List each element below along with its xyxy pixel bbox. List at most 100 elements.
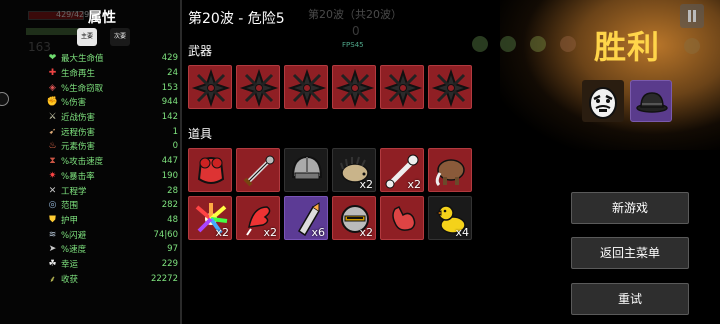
stat-value: 944 [161, 97, 178, 108]
item-slot[interactable] [284, 148, 328, 192]
item-slot[interactable] [380, 196, 424, 240]
stat-label: 收获 [61, 274, 79, 285]
stat-value: 142 [161, 112, 178, 123]
character-portrait[interactable] [582, 80, 624, 122]
item-slot[interactable]: x4 [428, 196, 472, 240]
attack-speed-icon: ⧗ [49, 156, 56, 167]
main-menu-button[interactable]: 返回主菜单 [571, 237, 689, 269]
stat-label: %攻击速度 [61, 157, 104, 168]
weapon-slot[interactable] [428, 65, 472, 109]
ghost-enemy-sprite [560, 36, 576, 52]
weapon-slot[interactable] [380, 65, 424, 109]
stat-row[interactable]: ✷ %暴击率 190 [46, 169, 178, 184]
item-slot[interactable]: x2 [188, 196, 232, 240]
stat-row[interactable]: ⧗ %攻击速度 447 [46, 154, 178, 169]
item-slot[interactable]: x2 [380, 148, 424, 192]
stats-panel: 429/429 163 属性 主要 次要 ❤ 最大生命值 429 ✚ 生命再生 24 ◈ %生… [0, 0, 182, 324]
stat-value: 447 [161, 156, 178, 167]
elemental-damage-icon: ♨ [48, 141, 57, 152]
stat-row[interactable]: ➤ %速度 97 [46, 242, 178, 257]
weapon-slot[interactable] [332, 65, 376, 109]
item-slot[interactable]: x2 [332, 196, 376, 240]
stat-value: 97 [167, 244, 178, 255]
stat-value: 153 [161, 82, 178, 93]
stat-label: %闪避 [61, 230, 87, 241]
ghost-enemy-sprite [530, 36, 546, 52]
stat-label: 护甲 [61, 215, 79, 226]
red-armor-icon [197, 157, 225, 184]
stat-row[interactable]: ❤ 最大生命值 429 [46, 51, 178, 66]
stat-label: 范围 [61, 201, 79, 212]
new-game-button[interactable]: 新游戏 [571, 192, 689, 224]
item-count: x2 [407, 178, 421, 191]
stat-label: %生命窃取 [61, 83, 104, 94]
weapon-slot[interactable] [236, 65, 280, 109]
scroll-handle[interactable] [0, 92, 9, 106]
shuriken-icon [239, 68, 279, 108]
melee-damage-icon: ⚔ [48, 112, 57, 123]
stat-label: %暴击率 [61, 171, 95, 182]
stat-row[interactable]: ⛊ 护甲 48 [46, 213, 178, 228]
ghost-enemy-sprite [500, 36, 516, 52]
retry-button[interactable]: 重试 [571, 283, 689, 315]
wave-timer-faded: 0 [352, 24, 360, 38]
stat-value: 282 [161, 200, 178, 211]
stat-value: 229 [161, 258, 178, 269]
item-slot[interactable] [428, 148, 472, 192]
stat-row[interactable]: ✚ 生命再生 24 [46, 66, 178, 81]
stat-row[interactable]: ☘ 幸运 229 [46, 257, 178, 272]
item-count: x2 [359, 226, 373, 239]
stomach-icon [392, 205, 416, 231]
wave-counter-faded: 第20波（共20波） [308, 8, 402, 21]
item-slot[interactable] [236, 148, 280, 192]
shuriken-icon [287, 68, 327, 108]
damage-icon: ✊ [46, 97, 59, 108]
ghost-enemy-sprite [684, 38, 700, 54]
item-count: x2 [263, 226, 277, 239]
speed-icon: ➤ [48, 244, 57, 255]
helmet-icon [291, 155, 323, 180]
egg-character-icon [589, 87, 617, 119]
stat-row[interactable]: ⸙ 收获 22272 [46, 271, 178, 286]
tab-primary-stats[interactable]: 主要 [77, 28, 97, 46]
health-regen-icon: ✚ [48, 68, 57, 79]
stat-label: 最大生命值 [61, 54, 104, 65]
stat-row[interactable]: ✊ %伤害 944 [46, 95, 178, 110]
range-icon: ◎ [48, 200, 57, 211]
mammoth-icon [435, 159, 465, 187]
harvesting-icon: ⸙ [49, 275, 56, 286]
item-count: x2 [359, 178, 373, 191]
dodge-icon: ≋ [48, 229, 57, 240]
ranged-damage-icon: ➹ [48, 126, 57, 137]
stat-row[interactable]: ➹ 远程伤害 1 [46, 124, 178, 139]
pause-button[interactable] [680, 4, 704, 28]
stat-value: 24 [167, 68, 178, 79]
shuriken-icon [383, 68, 423, 108]
stat-value: 48 [167, 214, 178, 225]
stat-row[interactable]: ≋ %闪避 74|60 [46, 227, 178, 242]
armor-icon: ⛊ [49, 214, 56, 225]
item-slot[interactable]: x6 [284, 196, 328, 240]
item-slot[interactable]: x2 [332, 148, 376, 192]
weapon-slot[interactable] [284, 65, 328, 109]
stat-row[interactable]: ◎ 范围 282 [46, 198, 178, 213]
weapon-slot[interactable] [188, 65, 232, 109]
stat-label: 远程伤害 [61, 127, 96, 138]
spiked-sword-icon [243, 155, 275, 187]
stat-row[interactable]: ◈ %生命窃取 153 [46, 80, 178, 95]
tab-secondary-stats[interactable]: 次要 [110, 28, 130, 46]
item-slot[interactable]: x2 [236, 196, 280, 240]
lifesteal-icon: ◈ [49, 82, 56, 93]
stat-label: 元素伤害 [61, 142, 96, 153]
luck-icon: ☘ [48, 258, 57, 269]
hat-item-portrait[interactable] [630, 80, 672, 122]
stat-value: 190 [161, 170, 178, 181]
hud-xp-bar [26, 28, 82, 35]
stat-row[interactable]: ⚔ 近战伤害 142 [46, 110, 178, 125]
stat-row[interactable]: ✕ 工程学 28 [46, 183, 178, 198]
wave-title: 第20波 - 危险5 [188, 11, 285, 27]
stat-value: 28 [167, 185, 178, 196]
item-slot[interactable] [188, 148, 232, 192]
stat-row[interactable]: ♨ 元素伤害 0 [46, 139, 178, 154]
stat-value: 74|60 [153, 229, 179, 240]
